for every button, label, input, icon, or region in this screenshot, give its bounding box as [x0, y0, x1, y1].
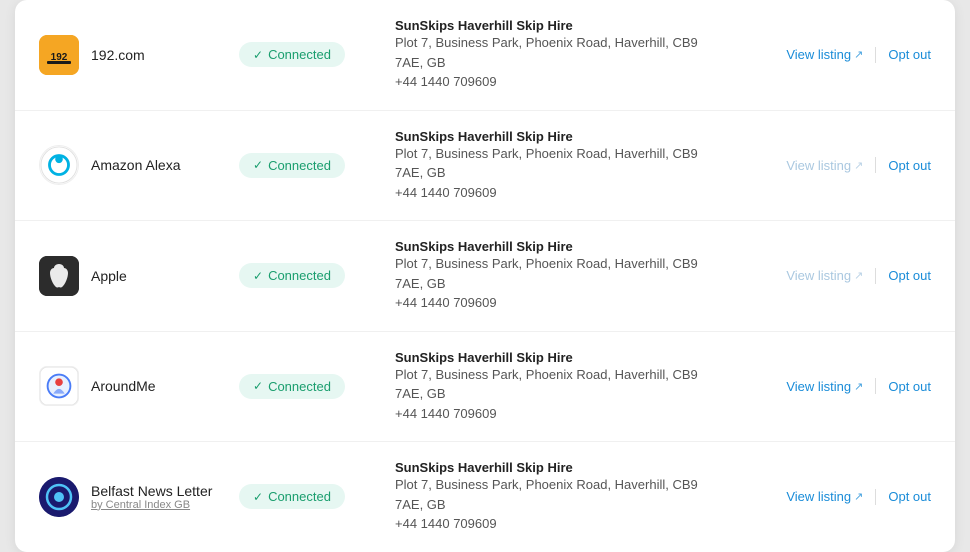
opt-out-link-aroundme[interactable]: Opt out [888, 379, 931, 394]
status-col-belfast-news-letter: ✓ Connected [239, 484, 379, 509]
actions-col-belfast-news-letter: View listing ↗ Opt out [731, 489, 931, 505]
actions-divider-192com [875, 47, 876, 63]
listing-row-aroundme: AroundMe ✓ Connected SunSkips Haverhill … [15, 332, 955, 443]
external-link-icon-apple: ↗ [854, 269, 863, 282]
listing-address-aroundme: Plot 7, Business Park, Phoenix Road, Hav… [395, 365, 731, 424]
external-link-icon-amazon-alexa: ↗ [854, 159, 863, 172]
view-listing-link-amazon-alexa[interactable]: View listing ↗ [786, 158, 875, 173]
check-icon-belfast-news-letter: ✓ [253, 490, 263, 504]
view-listing-label-aroundme: View listing [786, 379, 851, 394]
status-col-aroundme: ✓ Connected [239, 374, 379, 399]
external-link-icon-belfast-news-letter: ↗ [854, 490, 863, 503]
brand-col-aroundme: AroundMe [39, 366, 239, 406]
brand-name-wrap-amazon-alexa: Amazon Alexa [91, 157, 181, 173]
listings-card: 192 192.com ✓ Connected SunSkips Haverhi… [15, 0, 955, 552]
listing-row-amazon-alexa: Amazon Alexa ✓ Connected SunSkips Haverh… [15, 111, 955, 222]
check-icon-192com: ✓ [253, 48, 263, 62]
brand-col-belfast-news-letter: Belfast News Letter by Central Index GB [39, 477, 239, 517]
listing-address-apple: Plot 7, Business Park, Phoenix Road, Hav… [395, 254, 731, 313]
actions-divider-aroundme [875, 378, 876, 394]
listing-name-apple: SunSkips Haverhill Skip Hire [395, 239, 731, 254]
brand-name-wrap-belfast-news-letter: Belfast News Letter by Central Index GB [91, 483, 212, 511]
listing-address-192com: Plot 7, Business Park, Phoenix Road, Hav… [395, 33, 731, 92]
status-col-192com: ✓ Connected [239, 42, 379, 67]
brand-logo-aroundme [39, 366, 79, 406]
brand-logo-amazon-alexa [39, 145, 79, 185]
status-label-192com: Connected [268, 47, 331, 62]
actions-divider-amazon-alexa [875, 157, 876, 173]
listing-info-col-192com: SunSkips Haverhill Skip Hire Plot 7, Bus… [379, 18, 731, 92]
opt-out-link-192com[interactable]: Opt out [888, 47, 931, 62]
brand-logo-belfast-news-letter [39, 477, 79, 517]
status-label-belfast-news-letter: Connected [268, 489, 331, 504]
brand-sub-belfast-news-letter: by Central Index GB [91, 499, 212, 511]
view-listing-link-apple[interactable]: View listing ↗ [786, 268, 875, 283]
status-badge-apple: ✓ Connected [239, 263, 345, 288]
status-badge-192com: ✓ Connected [239, 42, 345, 67]
opt-out-link-apple[interactable]: Opt out [888, 268, 931, 283]
view-listing-label-192com: View listing [786, 47, 851, 62]
external-link-icon-aroundme: ↗ [854, 380, 863, 393]
opt-out-label-192com: Opt out [888, 47, 931, 62]
status-col-apple: ✓ Connected [239, 263, 379, 288]
opt-out-link-belfast-news-letter[interactable]: Opt out [888, 489, 931, 504]
opt-out-label-amazon-alexa: Opt out [888, 158, 931, 173]
brand-sub-link-belfast-news-letter[interactable]: by Central Index GB [91, 499, 190, 511]
view-listing-link-aroundme[interactable]: View listing ↗ [786, 379, 875, 394]
listing-info-col-aroundme: SunSkips Haverhill Skip Hire Plot 7, Bus… [379, 350, 731, 424]
status-label-amazon-alexa: Connected [268, 158, 331, 173]
status-col-amazon-alexa: ✓ Connected [239, 153, 379, 178]
brand-col-apple: Apple [39, 256, 239, 296]
actions-col-amazon-alexa: View listing ↗ Opt out [731, 157, 931, 173]
listing-row-192com: 192 192.com ✓ Connected SunSkips Haverhi… [15, 0, 955, 111]
check-icon-amazon-alexa: ✓ [253, 158, 263, 172]
status-badge-belfast-news-letter: ✓ Connected [239, 484, 345, 509]
brand-name-192com: 192.com [91, 47, 145, 63]
listing-info-col-amazon-alexa: SunSkips Haverhill Skip Hire Plot 7, Bus… [379, 129, 731, 203]
brand-logo-192com: 192 [39, 35, 79, 75]
listing-address-amazon-alexa: Plot 7, Business Park, Phoenix Road, Hav… [395, 144, 731, 203]
brand-name-wrap-192com: 192.com [91, 47, 145, 63]
listing-info-col-belfast-news-letter: SunSkips Haverhill Skip Hire Plot 7, Bus… [379, 460, 731, 534]
actions-divider-apple [875, 268, 876, 284]
listing-info-col-apple: SunSkips Haverhill Skip Hire Plot 7, Bus… [379, 239, 731, 313]
brand-logo-apple [39, 256, 79, 296]
opt-out-label-apple: Opt out [888, 268, 931, 283]
brand-name-apple: Apple [91, 268, 127, 284]
check-icon-apple: ✓ [253, 269, 263, 283]
listing-row-belfast-news-letter: Belfast News Letter by Central Index GB … [15, 442, 955, 552]
actions-col-192com: View listing ↗ Opt out [731, 47, 931, 63]
actions-col-aroundme: View listing ↗ Opt out [731, 378, 931, 394]
view-listing-link-192com[interactable]: View listing ↗ [786, 47, 875, 62]
brand-name-wrap-aroundme: AroundMe [91, 378, 156, 394]
external-link-icon-192com: ↗ [854, 48, 863, 61]
opt-out-label-belfast-news-letter: Opt out [888, 489, 931, 504]
view-listing-label-apple: View listing [786, 268, 851, 283]
opt-out-label-aroundme: Opt out [888, 379, 931, 394]
brand-name-amazon-alexa: Amazon Alexa [91, 157, 181, 173]
brand-col-amazon-alexa: Amazon Alexa [39, 145, 239, 185]
brand-name-wrap-apple: Apple [91, 268, 127, 284]
view-listing-label-belfast-news-letter: View listing [786, 489, 851, 504]
status-badge-aroundme: ✓ Connected [239, 374, 345, 399]
brand-col-192com: 192 192.com [39, 35, 239, 75]
listing-name-192com: SunSkips Haverhill Skip Hire [395, 18, 731, 33]
listing-row-apple: Apple ✓ Connected SunSkips Haverhill Ski… [15, 221, 955, 332]
status-label-apple: Connected [268, 268, 331, 283]
listing-name-aroundme: SunSkips Haverhill Skip Hire [395, 350, 731, 365]
actions-divider-belfast-news-letter [875, 489, 876, 505]
brand-name-aroundme: AroundMe [91, 378, 156, 394]
listing-name-belfast-news-letter: SunSkips Haverhill Skip Hire [395, 460, 731, 475]
status-label-aroundme: Connected [268, 379, 331, 394]
listing-address-belfast-news-letter: Plot 7, Business Park, Phoenix Road, Hav… [395, 475, 731, 534]
view-listing-link-belfast-news-letter[interactable]: View listing ↗ [786, 489, 875, 504]
actions-col-apple: View listing ↗ Opt out [731, 268, 931, 284]
check-icon-aroundme: ✓ [253, 379, 263, 393]
brand-name-belfast-news-letter: Belfast News Letter [91, 483, 212, 499]
opt-out-link-amazon-alexa[interactable]: Opt out [888, 158, 931, 173]
listing-name-amazon-alexa: SunSkips Haverhill Skip Hire [395, 129, 731, 144]
status-badge-amazon-alexa: ✓ Connected [239, 153, 345, 178]
view-listing-label-amazon-alexa: View listing [786, 158, 851, 173]
